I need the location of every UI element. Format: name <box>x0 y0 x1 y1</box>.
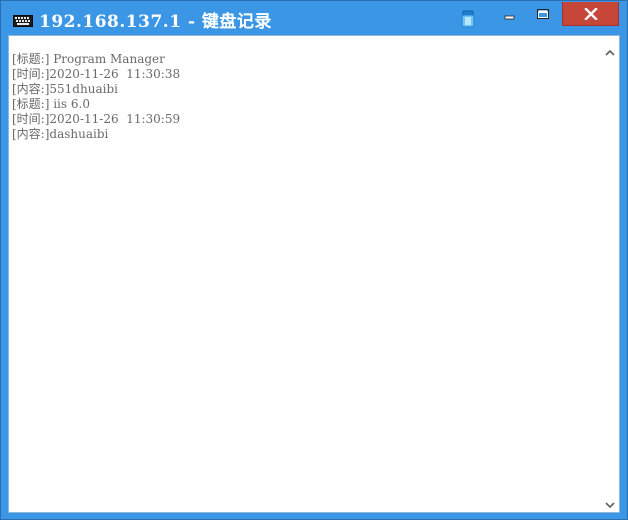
close-button[interactable] <box>562 2 619 26</box>
vertical-scrollbar[interactable] <box>601 36 619 512</box>
keylogger-window: 192.168.137.1 - 键盘记录 [标题:] Program Manag… <box>0 0 628 520</box>
window-title: 192.168.137.1 - 键盘记录 <box>39 12 272 32</box>
maximize-button[interactable] <box>528 2 558 26</box>
chevron-up-icon[interactable] <box>604 43 616 56</box>
keyboard-icon <box>13 12 33 27</box>
log-line: [时间:]2020-11-26 11:30:59 <box>12 112 181 126</box>
log-text-area[interactable]: [标题:] Program Manager [时间:]2020-11-26 11… <box>9 36 601 512</box>
log-line: [标题:] iis 6.0 <box>12 97 90 111</box>
log-line: [内容:]551dhuaibi <box>12 82 118 96</box>
close-icon <box>583 7 598 20</box>
minimize-button[interactable] <box>495 2 525 26</box>
chevron-down-icon[interactable] <box>604 495 616 509</box>
log-panel: [标题:] Program Manager [时间:]2020-11-26 11… <box>8 35 620 513</box>
log-line: [标题:] Program Manager <box>12 52 165 66</box>
log-line: [内容:]dashuaibi <box>12 127 109 141</box>
minimize-icon <box>504 15 515 20</box>
pin-icon[interactable] <box>457 8 479 30</box>
log-line: [时间:]2020-11-26 11:30:38 <box>12 67 181 81</box>
maximize-icon <box>537 9 549 19</box>
title-bar[interactable]: 192.168.137.1 - 键盘记录 <box>1 1 627 35</box>
